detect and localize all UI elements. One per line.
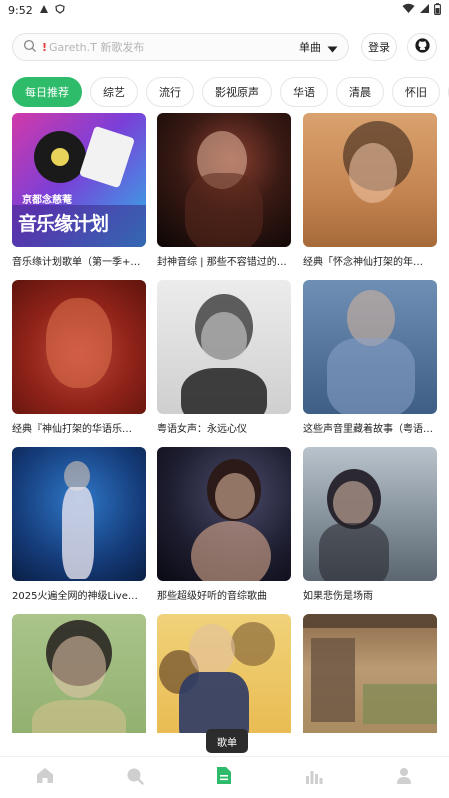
playlist-title: 经典「怀念神仙打架的年… bbox=[303, 257, 423, 268]
search-icon bbox=[126, 767, 144, 789]
tab-profile[interactable] bbox=[374, 758, 434, 798]
playlist-card[interactable]: 这些声音里藏着故事（粤语… bbox=[303, 280, 437, 435]
status-time: 9:52 bbox=[8, 3, 33, 17]
top-bar: ! Gareth.T 新歌发布 单曲 登录 bbox=[0, 28, 449, 66]
playlist-cover bbox=[157, 447, 291, 581]
chart-icon bbox=[305, 768, 323, 788]
github-button[interactable] bbox=[407, 33, 437, 61]
search-placeholder: Gareth.T 新歌发布 bbox=[49, 41, 145, 54]
tab-charts[interactable] bbox=[284, 758, 344, 798]
playlist-card[interactable] bbox=[157, 614, 291, 733]
chip-soundtrack[interactable]: 影视原声 bbox=[202, 77, 272, 107]
playlist-title: 经典『神仙打架的华语乐… bbox=[12, 424, 132, 435]
signal-icon bbox=[419, 3, 430, 17]
playlist-title: 那些超级好听的音综歌曲 bbox=[157, 591, 267, 602]
chip-variety[interactable]: 综艺 bbox=[90, 77, 138, 107]
battery-icon bbox=[434, 2, 441, 18]
playlist-card[interactable]: 京都念慈菴 音乐缘计划 音乐缘计划歌单（第一季+… bbox=[12, 113, 146, 268]
login-button[interactable]: 登录 bbox=[361, 33, 397, 61]
playlist-title: 这些声音里藏着故事（粤语… bbox=[303, 424, 433, 435]
tab-playlist[interactable] bbox=[194, 758, 254, 798]
github-icon bbox=[414, 37, 430, 57]
tab-home[interactable] bbox=[15, 758, 75, 798]
chip-morning[interactable]: 清晨 bbox=[336, 77, 384, 107]
playlist-card[interactable]: 如果悲伤是场雨 bbox=[303, 447, 437, 602]
playlist-icon bbox=[216, 766, 232, 789]
playlist-card[interactable]: 经典「怀念神仙打架的年… bbox=[303, 113, 437, 268]
playlist-title: 粤语女声：永远心仪 bbox=[157, 424, 247, 435]
cover-title-text: 音乐缘计划 bbox=[18, 213, 109, 235]
playlist-cover bbox=[303, 280, 437, 414]
playlist-card[interactable]: 经典『神仙打架的华语乐… bbox=[12, 280, 146, 435]
bottom-tab-bar bbox=[0, 756, 449, 798]
chevron-down-icon[interactable] bbox=[327, 38, 338, 57]
search-icon bbox=[23, 38, 37, 57]
notification-icon bbox=[39, 4, 49, 17]
playlist-card[interactable]: 粤语女声：永远心仪 bbox=[157, 280, 291, 435]
shield-icon bbox=[55, 3, 65, 17]
playlist-card[interactable]: 那些超级好听的音综歌曲 bbox=[157, 447, 291, 602]
playlist-title: 音乐缘计划歌单（第一季+… bbox=[12, 257, 141, 268]
playlist-cover bbox=[12, 280, 146, 414]
tab-tooltip: 歌单 bbox=[206, 729, 248, 753]
playlist-cover bbox=[157, 113, 291, 247]
cover-logo-text: 京都念慈菴 bbox=[22, 195, 72, 206]
playlist-title: 如果悲伤是场雨 bbox=[303, 591, 373, 602]
chip-pop[interactable]: 流行 bbox=[146, 77, 194, 107]
playlist-cover bbox=[303, 614, 437, 733]
search-input[interactable]: ! Gareth.T 新歌发布 bbox=[42, 39, 299, 55]
playlist-card[interactable]: 2025火遍全网的神级Live歌… bbox=[12, 447, 146, 602]
status-bar: 9:52 bbox=[0, 0, 449, 20]
user-icon bbox=[396, 767, 412, 789]
home-icon bbox=[36, 767, 54, 788]
chip-chinese[interactable]: 华语 bbox=[280, 77, 328, 107]
wifi-icon bbox=[402, 3, 415, 17]
category-chips: 每日推荐 综艺 流行 影视原声 华语 清晨 怀旧 摇滚 bbox=[12, 77, 449, 107]
playlist-cover bbox=[157, 280, 291, 414]
playlist-cover: 京都念慈菴 音乐缘计划 bbox=[12, 113, 146, 247]
playlist-cover bbox=[303, 113, 437, 247]
playlist-cover bbox=[12, 614, 146, 733]
search-mode-select[interactable]: 单曲 bbox=[299, 39, 321, 55]
playlist-title: 2025火遍全网的神级Live歌… bbox=[12, 591, 146, 602]
tab-search[interactable] bbox=[105, 758, 165, 798]
playlist-card[interactable]: 封神音综 | 那些不容错过的… bbox=[157, 113, 291, 268]
search-bar[interactable]: ! Gareth.T 新歌发布 单曲 bbox=[12, 33, 349, 61]
playlist-grid: 京都念慈菴 音乐缘计划 音乐缘计划歌单（第一季+… 封神音综 | 那些不容错过的… bbox=[12, 113, 437, 733]
playlist-card[interactable] bbox=[12, 614, 146, 733]
playlist-cover bbox=[303, 447, 437, 581]
playlist-card[interactable] bbox=[303, 614, 437, 733]
chip-nostalgia[interactable]: 怀旧 bbox=[392, 77, 440, 107]
playlist-cover bbox=[157, 614, 291, 733]
chip-daily[interactable]: 每日推荐 bbox=[12, 77, 82, 107]
search-alert-mark: ! bbox=[42, 41, 48, 54]
playlist-title: 封神音综 | 那些不容错过的… bbox=[157, 257, 287, 268]
playlist-cover bbox=[12, 447, 146, 581]
